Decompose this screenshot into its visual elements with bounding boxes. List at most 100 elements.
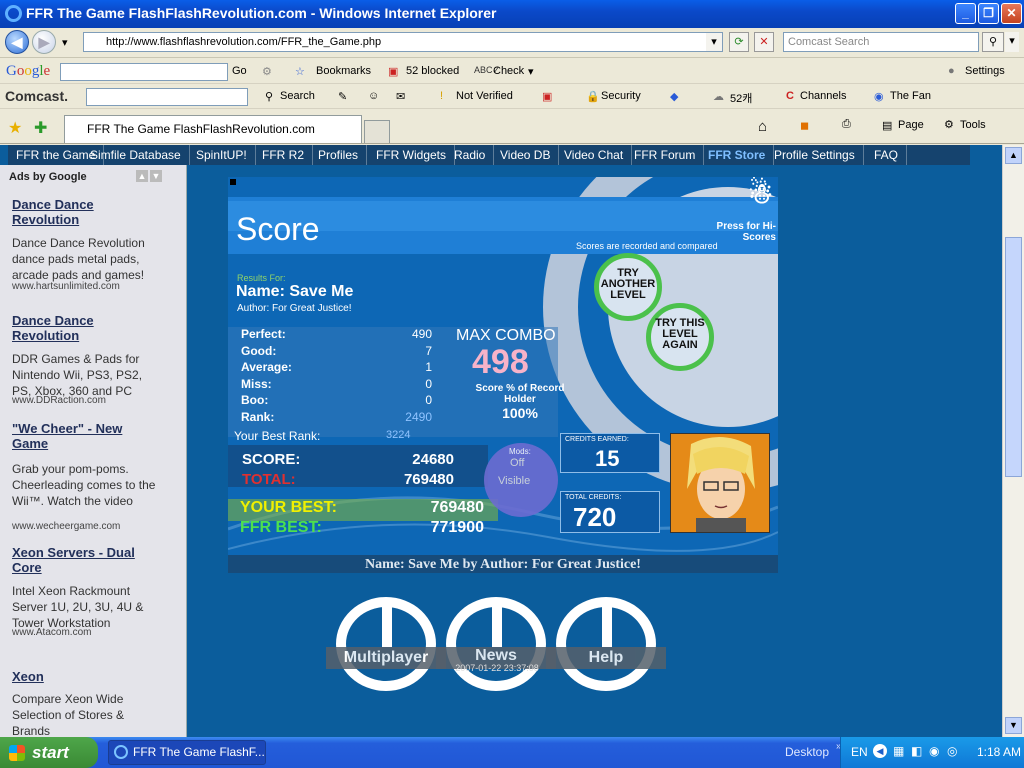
weather-button[interactable]: 52캐	[730, 90, 752, 106]
page-menu-button[interactable]: Page	[898, 119, 924, 131]
scroll-down-icon[interactable]: ▼	[1005, 717, 1022, 734]
ad-title-link[interactable]: "We Cheer" - New Game	[12, 421, 162, 451]
settings-button[interactable]: Settings	[965, 65, 1005, 77]
add-favorite-icon[interactable]: ✚	[34, 118, 47, 138]
back-button[interactable]: ◀	[5, 30, 29, 54]
close-button[interactable]: ✕	[1001, 3, 1022, 24]
language-indicator[interactable]: EN	[851, 745, 868, 759]
not-verified-button[interactable]: Not Verified	[456, 90, 513, 102]
site-nav-video-chat[interactable]: Video Chat	[556, 145, 633, 165]
site-nav-profile-settings[interactable]: Profile Settings	[766, 145, 864, 165]
ads-prev-icon[interactable]: ▲	[136, 170, 148, 182]
taskbar-ie-item[interactable]: FFR The Game FlashF...	[108, 740, 266, 765]
ad-title-link[interactable]: Dance Dance Revolution	[12, 197, 162, 227]
site-nav-ffr-widgets[interactable]: FFR Widgets	[368, 145, 456, 165]
forward-button[interactable]: ▶	[32, 30, 56, 54]
score-pct-value: 100%	[502, 405, 538, 421]
site-nav-spinitup[interactable]: SpinItUP!	[188, 145, 256, 165]
popup-blocked-button[interactable]: 52 blocked	[406, 65, 459, 77]
site-nav-radio[interactable]: Radio	[446, 145, 495, 165]
start-label: start	[32, 743, 69, 762]
best-rank-value: 3224	[386, 429, 411, 441]
the-fan-button[interactable]: The Fan	[890, 90, 931, 102]
scores-recorded-text: Scores are recorded and compared	[576, 241, 718, 251]
total-label: TOTAL:	[242, 471, 296, 488]
page-scrollbar[interactable]: ▲ ▼	[1002, 145, 1024, 737]
popup-icon[interactable]: ▣	[542, 90, 552, 103]
ie-logo-icon	[5, 5, 22, 22]
taskbar-item-label: FFR The Game FlashF...	[133, 745, 265, 759]
new-tab-button[interactable]	[364, 120, 390, 143]
search-options-icon[interactable]: ▾	[1005, 32, 1019, 52]
nav-dropdown-icon[interactable]: ▾	[62, 36, 68, 49]
shield-icon[interactable]: ◆	[670, 90, 678, 103]
comcast-search-input[interactable]	[86, 88, 248, 106]
scroll-up-icon[interactable]: ▲	[1005, 147, 1022, 164]
security-button[interactable]: Security	[601, 90, 641, 102]
site-nav-ffr-store[interactable]: FFR Store	[700, 145, 775, 165]
ad-url[interactable]: www.wecheergame.com	[12, 521, 120, 532]
try-this-level-again-button[interactable]: TRY THIS LEVEL AGAIN	[646, 303, 714, 371]
channels-icon: C	[786, 90, 794, 102]
volume-icon[interactable]: ◧	[911, 744, 922, 758]
tray-misc-icon[interactable]: ◎	[947, 744, 957, 758]
help-label: Help	[546, 647, 666, 669]
score-pct-label: Score % of Record Holder	[475, 383, 565, 405]
search-icon[interactable]: ⚲	[982, 32, 1004, 52]
check-dropdown-icon[interactable]: ▾	[528, 65, 534, 78]
scroll-thumb[interactable]	[1005, 237, 1022, 477]
highlight-icon[interactable]: ✎	[338, 90, 347, 103]
toolbar-options-icon[interactable]: ⚙	[262, 65, 272, 78]
site-nav-profiles[interactable]: Profiles	[310, 145, 368, 165]
site-nav-ffr-r2[interactable]: FFR R2	[254, 145, 313, 165]
tab-ffr-the-game[interactable]: FFR The Game FlashFlashRevolution.com	[64, 115, 362, 143]
flash-marker	[230, 179, 236, 185]
help-button[interactable]: Help	[546, 597, 666, 691]
ad-url[interactable]: www.DDRaction.com	[12, 395, 106, 406]
site-nav-ffr-forum[interactable]: FFR Forum	[626, 145, 705, 165]
bookmarks-button[interactable]: Bookmarks	[316, 65, 371, 77]
ad-url[interactable]: www.Atacom.com	[12, 627, 91, 638]
site-nav-simfile-database[interactable]: Simfile Database	[82, 145, 190, 165]
address-dropdown-icon[interactable]: ▾	[706, 33, 722, 51]
site-nav-faq[interactable]: FAQ	[866, 145, 908, 165]
rss-icon[interactable]: ◼	[800, 119, 809, 132]
ads-next-icon[interactable]: ▼	[150, 170, 162, 182]
ad-url[interactable]: www.hartsunlimited.com	[12, 281, 120, 292]
search-input[interactable]: Comcast Search	[783, 32, 979, 52]
start-button[interactable]: start	[0, 737, 98, 768]
ad-title-link[interactable]: Dance Dance Revolution	[12, 313, 162, 343]
hiscores-link[interactable]: Press for Hi-Scores	[708, 221, 776, 243]
tray-expand-icon[interactable]: ◀	[873, 744, 887, 758]
google-go-button[interactable]: Go	[232, 65, 247, 77]
print-icon[interactable]: ⎙	[842, 118, 851, 131]
address-input[interactable]: http://www.flashflashrevolution.com/FFR_…	[83, 32, 723, 52]
tools-menu-button[interactable]: Tools	[960, 119, 986, 131]
multiplayer-button[interactable]: Multiplayer	[326, 597, 446, 691]
desktop-toolbar-label[interactable]: Desktop	[785, 745, 829, 759]
minimize-button[interactable]: _	[955, 3, 976, 24]
home-icon[interactable]: ⌂	[758, 118, 767, 135]
google-search-input[interactable]	[60, 63, 228, 81]
hiscore-figure-icon[interactable]: ☃	[748, 177, 774, 215]
site-nav-video-db[interactable]: Video DB	[492, 145, 560, 165]
check-button[interactable]: Check	[493, 65, 524, 77]
refresh-icon[interactable]: ⟳	[729, 32, 749, 52]
ad-title-link[interactable]: Xeon	[12, 669, 162, 684]
user-icon[interactable]: ☺	[368, 90, 379, 102]
ad-title-link[interactable]: Xeon Servers - Dual Core	[12, 545, 162, 575]
news-button[interactable]: News 2007-01-22 23:37:08	[436, 597, 556, 691]
comcast-search-button[interactable]: Search	[280, 90, 315, 102]
network-icon[interactable]: ▦	[893, 744, 904, 758]
favorites-star-icon[interactable]: ★	[8, 118, 22, 138]
mail-icon[interactable]: ✉	[396, 90, 405, 103]
ffr-best-value: 771900	[430, 519, 484, 536]
credits-earned-label: CREDITS EARNED:	[565, 436, 629, 443]
channels-button[interactable]: Channels	[800, 90, 846, 102]
stat-value: 490	[411, 327, 432, 341]
ads-by-google-label[interactable]: Ads by Google	[9, 171, 87, 183]
stop-icon[interactable]: ✕	[754, 32, 774, 52]
try-another-level-button[interactable]: TRY ANOTHER LEVEL	[594, 253, 662, 321]
maximize-button[interactable]: ❐	[978, 3, 999, 24]
antivirus-icon[interactable]: ◉	[929, 744, 939, 758]
